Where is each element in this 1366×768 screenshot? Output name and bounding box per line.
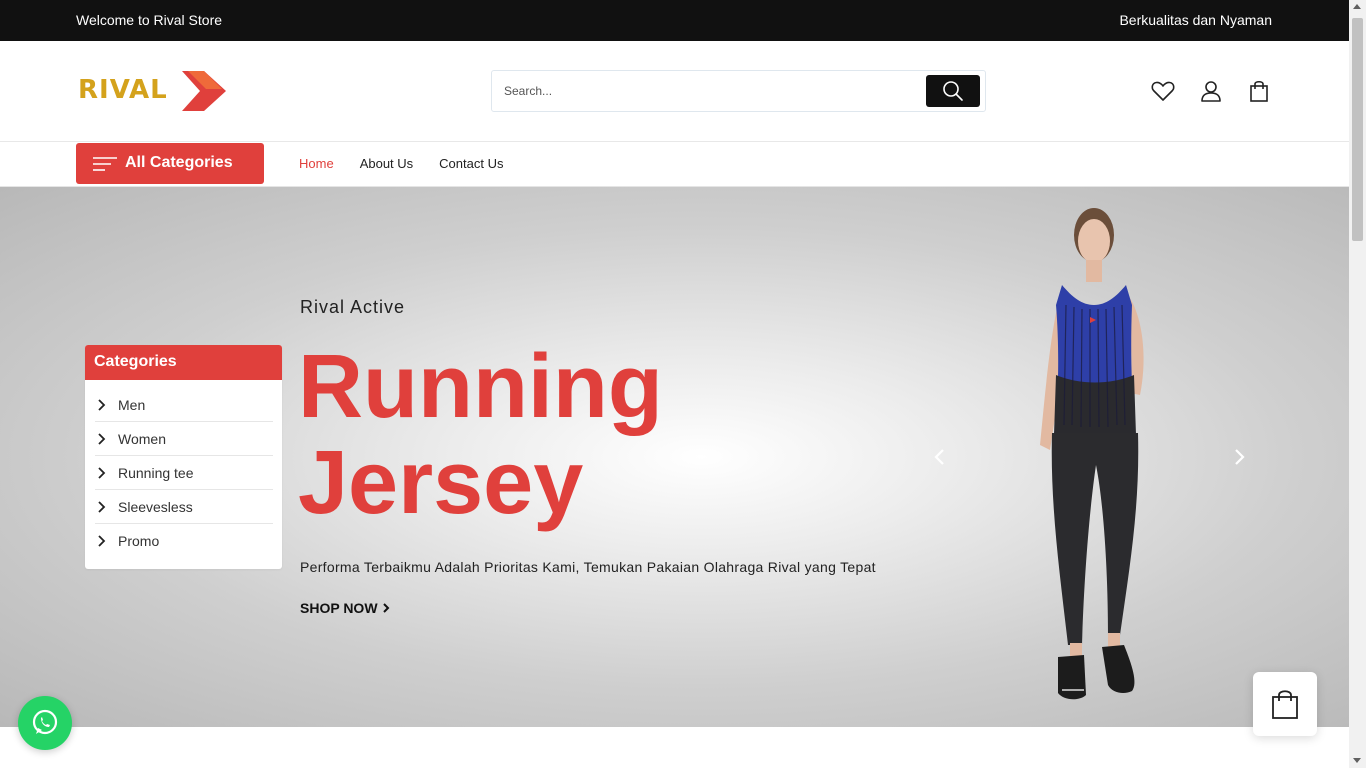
logo-arrow-icon [182, 71, 226, 111]
category-sidebar-title: Categories [85, 345, 282, 380]
nav-about-us[interactable]: About Us [360, 156, 413, 171]
header-actions [1150, 78, 1272, 104]
category-item-sleevesless[interactable]: Sleevesless [95, 490, 273, 524]
whatsapp-chat-button[interactable] [18, 696, 72, 750]
scroll-down-arrow[interactable] [1353, 758, 1361, 763]
logo-text: RIVAL [78, 75, 168, 105]
carousel-next-arrow[interactable] [1229, 447, 1249, 467]
nav-bar: All Categories Home About Us Contact Us [0, 142, 1349, 187]
category-item-label: Men [118, 396, 146, 413]
welcome-text: Welcome to Rival Store [76, 12, 223, 28]
tagline-text: Berkualitas dan Nyaman [1119, 12, 1272, 28]
logo[interactable]: RIVAL [78, 71, 226, 111]
carousel-prev-arrow[interactable] [930, 447, 950, 467]
header: RIVAL [0, 41, 1349, 142]
category-item-promo[interactable]: Promo [95, 524, 273, 558]
heart-icon [1151, 81, 1175, 101]
nav-home[interactable]: Home [299, 156, 334, 171]
search-button[interactable] [926, 75, 980, 107]
hero-subtitle: Rival Active [300, 297, 406, 317]
category-item-men[interactable]: Men [95, 388, 273, 422]
category-item-label: Running tee [118, 464, 194, 481]
category-item-label: Sleevesless [118, 498, 193, 515]
hero-title: Running Jersey [298, 339, 898, 531]
scroll-thumb[interactable] [1352, 18, 1363, 241]
chevron-right-icon [98, 466, 106, 479]
chevron-right-icon [98, 432, 106, 445]
all-categories-label: All Categories [125, 154, 233, 171]
category-item-label: Promo [118, 533, 160, 549]
main-nav: Home About Us Contact Us [299, 156, 503, 171]
nav-contact-us[interactable]: Contact Us [439, 156, 503, 171]
chevron-right-icon [382, 603, 389, 613]
search-input[interactable] [493, 72, 923, 110]
hero-description: Performa Terbaikmu Adalah Prioritas Kami… [300, 559, 876, 575]
chevron-right-icon [98, 500, 106, 513]
search-bar [491, 70, 986, 112]
cart-button[interactable] [1246, 78, 1272, 104]
category-item-women[interactable]: Women [95, 422, 273, 456]
category-item-label: Women [118, 430, 166, 447]
all-categories-button[interactable]: All Categories [76, 143, 264, 184]
search-icon [943, 81, 963, 101]
scroll-up-arrow[interactable] [1353, 4, 1361, 9]
whatsapp-icon [32, 709, 58, 735]
hero-model-image [1040, 208, 1144, 700]
account-button[interactable] [1198, 78, 1224, 104]
category-sidebar: Categories Men Women Running tee Sleeves… [85, 345, 282, 569]
floating-cart-button[interactable] [1253, 672, 1317, 736]
page-scrollbar[interactable] [1349, 0, 1366, 768]
page: Welcome to Rival Store Berkualitas dan N… [0, 0, 1366, 768]
hero-title-line-2: Jersey [298, 433, 584, 533]
hero-title-line-1: Running [298, 337, 663, 437]
shop-now-label: SHOP NOW [300, 600, 378, 616]
chevron-right-icon [98, 535, 106, 547]
hero-banner: Categories Men Women Running tee Sleeves… [0, 187, 1349, 727]
chevron-right-icon [98, 398, 106, 411]
category-list: Men Women Running tee Sleevesless Promo [85, 380, 282, 558]
shopping-bag-icon [1250, 80, 1268, 102]
shop-now-link[interactable]: SHOP NOW [300, 600, 390, 616]
wishlist-button[interactable] [1150, 78, 1176, 104]
menu-icon [93, 157, 117, 171]
user-icon [1201, 81, 1221, 102]
top-bar: Welcome to Rival Store Berkualitas dan N… [0, 0, 1349, 41]
shopping-bag-icon [1272, 690, 1298, 719]
category-item-running-tee[interactable]: Running tee [95, 456, 273, 490]
